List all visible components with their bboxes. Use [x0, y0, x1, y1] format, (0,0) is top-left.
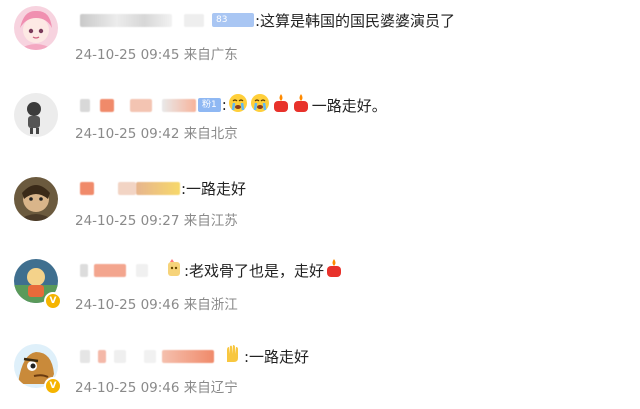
comment-text: :一路走好 [244, 347, 310, 366]
comment-item: 粉1 : 一路走好。 24-10-25 09:42 来自北京 [0, 82, 640, 163]
timestamp: 24-10-25 09:46 [75, 380, 180, 396]
avatar[interactable] [14, 93, 58, 137]
comment-text: :老戏骨了也是，走好 [184, 261, 325, 280]
avatar[interactable] [14, 177, 58, 221]
crying-emoji-icon [250, 93, 270, 117]
comment-header: 83 :这算是韩国的国民婆婆演员了 [80, 9, 455, 31]
sticker-emoji-icon [166, 259, 182, 281]
username-redacted [94, 263, 126, 277]
location: 来自广东 [183, 47, 238, 63]
candle-icon [292, 93, 310, 117]
comment-item: V :老戏骨了也是，走好 24-10-25 09:46 来自浙江 [0, 246, 640, 327]
timestamp: 24-10-25 09:46 [75, 297, 180, 313]
candle-icon [272, 93, 290, 117]
username-redacted [184, 13, 204, 27]
comment-item: :一路走好 24-10-25 09:27 来自江苏 [0, 164, 640, 245]
comment-meta: 24-10-25 09:46 来自辽宁 [75, 376, 238, 396]
fan-badge: 83 [212, 13, 254, 27]
timestamp: 24-10-25 09:45 [75, 47, 180, 63]
comment-meta: 24-10-25 09:45 来自广东 [75, 43, 238, 63]
location: 来自江苏 [183, 213, 238, 229]
username-redacted [100, 98, 114, 112]
username-redacted [98, 349, 106, 363]
username-redacted[interactable] [80, 98, 90, 112]
username-redacted [114, 349, 126, 363]
location: 来自浙江 [183, 297, 238, 313]
comment-header: :老戏骨了也是，走好 [80, 259, 344, 281]
comment-item: V :一路走好 24-10-25 09:46 来自辽宁 [0, 328, 640, 409]
comment-text: :一路走好 [181, 179, 247, 198]
hands-emoji-icon [224, 344, 242, 368]
comment-text-prefix: : [221, 96, 227, 114]
avatar[interactable] [14, 6, 58, 50]
timestamp: 24-10-25 09:42 [75, 126, 180, 142]
comment-text: :这算是韩国的国民婆婆演员了 [255, 11, 456, 30]
username-redacted[interactable] [80, 349, 90, 363]
username-redacted [136, 181, 180, 195]
verified-badge-icon: V [44, 292, 62, 310]
location: 来自辽宁 [183, 380, 238, 396]
comment-item: 83 :这算是韩国的国民婆婆演员了 24-10-25 09:45 来自广东 [0, 0, 640, 81]
username-redacted [162, 98, 196, 112]
comment-header: 粉1 : 一路走好。 [80, 94, 387, 116]
username-redacted [118, 181, 136, 195]
username-redacted[interactable] [80, 263, 88, 277]
username-redacted[interactable] [80, 13, 172, 27]
username-redacted [130, 98, 152, 112]
username-redacted[interactable] [80, 181, 94, 195]
crying-emoji-icon [228, 93, 248, 117]
username-redacted [144, 349, 156, 363]
comment-text: 一路走好。 [311, 96, 387, 115]
candle-icon [325, 258, 343, 282]
comment-meta: 24-10-25 09:46 来自浙江 [75, 293, 238, 313]
location: 来自北京 [183, 126, 238, 142]
comment-meta: 24-10-25 09:42 来自北京 [75, 122, 238, 142]
fan-badge: 粉1 [198, 98, 221, 112]
timestamp: 24-10-25 09:27 [75, 213, 180, 229]
comment-header: :一路走好 [80, 345, 309, 367]
username-redacted [162, 349, 214, 363]
comment-meta: 24-10-25 09:27 来自江苏 [75, 209, 238, 229]
verified-badge-icon: V [44, 377, 62, 395]
comment-header: :一路走好 [80, 177, 246, 199]
username-redacted [136, 263, 148, 277]
